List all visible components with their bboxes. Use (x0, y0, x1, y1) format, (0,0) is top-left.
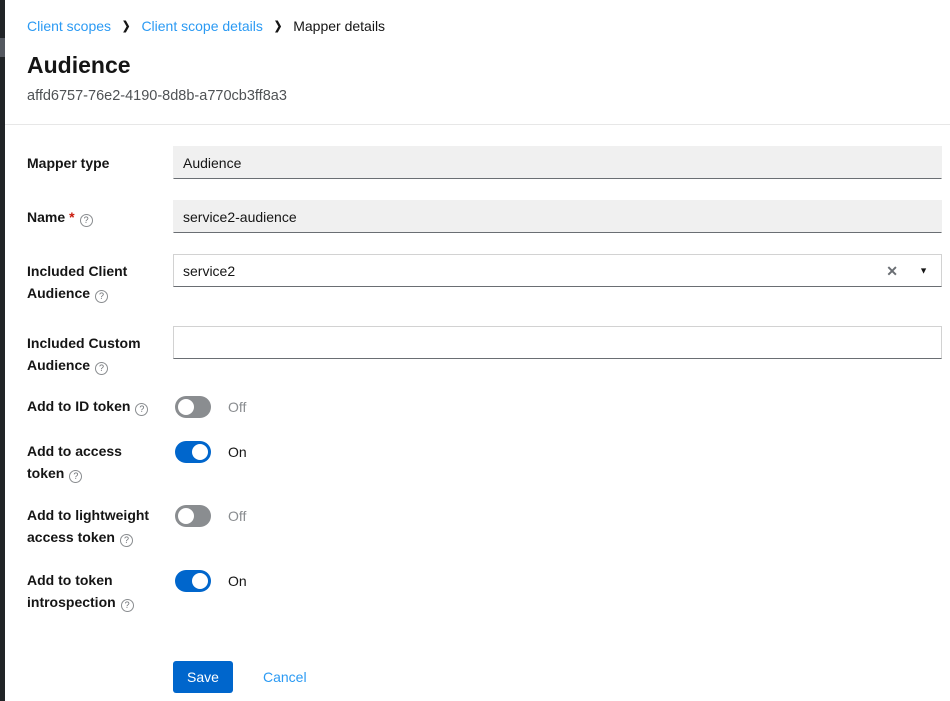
form-row-included-client-audience: Included Client Audience? service2 ✕ ▼ (27, 254, 942, 304)
form-actions: Save Cancel (173, 661, 307, 693)
included-custom-audience-input[interactable] (173, 326, 942, 359)
add-to-lightweight-label: Add to lightweight access token? (27, 503, 173, 548)
name-control (173, 200, 942, 233)
name-label: Name*? (27, 200, 173, 233)
save-button[interactable]: Save (173, 661, 233, 693)
add-to-id-token-label: Add to ID token? (27, 394, 173, 418)
included-client-audience-value: service2 (183, 263, 235, 279)
form-row-add-to-access-token: Add to access token? On (27, 439, 942, 484)
help-icon[interactable]: ? (120, 534, 133, 547)
help-icon[interactable]: ? (121, 599, 134, 612)
form-row-mapper-type: Mapper type (27, 146, 942, 179)
form-row-add-to-lightweight: Add to lightweight access token? Off (27, 503, 942, 548)
included-custom-audience-label: Included Custom Audience? (27, 326, 173, 376)
add-to-id-token-switch[interactable] (175, 396, 211, 418)
add-to-introspection-switch[interactable] (175, 570, 211, 592)
add-to-access-token-switch[interactable] (175, 441, 211, 463)
add-to-id-token-label-text: Add to ID token (27, 398, 130, 414)
add-to-lightweight-switch[interactable] (175, 505, 211, 527)
help-icon[interactable]: ? (69, 470, 82, 483)
add-to-access-token-label: Add to access token? (27, 439, 173, 484)
included-client-audience-label-text: Included Client Audience (27, 263, 127, 301)
form-row-add-to-introspection: Add to token introspection? On (27, 568, 942, 613)
mapper-type-control (173, 146, 942, 179)
add-to-access-token-state: On (228, 444, 247, 460)
add-to-id-token-state: Off (228, 399, 246, 415)
included-client-audience-control: service2 ✕ ▼ (173, 254, 942, 304)
name-label-text: Name (27, 209, 65, 225)
mapper-type-label-text: Mapper type (27, 155, 109, 171)
breadcrumb-mapper-details: Mapper details (293, 18, 385, 34)
add-to-lightweight-control: Off (173, 503, 942, 548)
help-icon[interactable]: ? (95, 362, 108, 375)
add-to-introspection-label: Add to token introspection? (27, 568, 173, 613)
add-to-introspection-label-text: Add to token introspection (27, 572, 116, 610)
included-custom-audience-control (173, 326, 942, 376)
breadcrumb-client-scopes[interactable]: Client scopes (27, 18, 111, 34)
switch-knob (192, 444, 208, 460)
switch-knob (192, 573, 208, 589)
mapper-type-input (173, 146, 942, 179)
mapper-type-label: Mapper type (27, 146, 173, 179)
included-custom-audience-label-text: Included Custom Audience (27, 335, 141, 373)
breadcrumb: Client scopes ❯ Client scope details ❯ M… (27, 18, 385, 34)
breadcrumb-client-scope-details[interactable]: Client scope details (141, 18, 262, 34)
header-divider (5, 124, 950, 125)
form-row-included-custom-audience: Included Custom Audience? (27, 326, 942, 376)
included-client-audience-select[interactable]: service2 ✕ ▼ (173, 254, 942, 287)
mapper-id: affd6757-76e2-4190-8d8b-a770cb3ff8a3 (27, 88, 287, 104)
help-icon[interactable]: ? (135, 403, 148, 416)
page-title: Audience (27, 52, 131, 79)
form-row-name: Name*? (27, 200, 942, 233)
add-to-lightweight-state: Off (228, 508, 246, 524)
included-client-audience-label: Included Client Audience? (27, 254, 173, 304)
add-to-introspection-state: On (228, 573, 247, 589)
chevron-right-icon: ❯ (122, 20, 130, 33)
help-icon[interactable]: ? (80, 214, 93, 227)
form-row-add-to-id-token: Add to ID token? Off (27, 394, 942, 418)
name-input (173, 200, 942, 233)
cancel-button[interactable]: Cancel (263, 669, 307, 685)
clear-selection-icon[interactable]: ✕ (886, 264, 898, 278)
help-icon[interactable]: ? (95, 290, 108, 303)
required-asterisk: * (69, 209, 74, 225)
add-to-access-token-control: On (173, 439, 942, 484)
switch-knob (178, 399, 194, 415)
main-content: Client scopes ❯ Client scope details ❯ M… (5, 0, 950, 701)
chevron-right-icon: ❯ (274, 20, 282, 33)
chevron-down-icon[interactable]: ▼ (919, 266, 928, 275)
switch-knob (178, 508, 194, 524)
add-to-introspection-control: On (173, 568, 942, 613)
add-to-id-token-control: Off (173, 394, 942, 418)
